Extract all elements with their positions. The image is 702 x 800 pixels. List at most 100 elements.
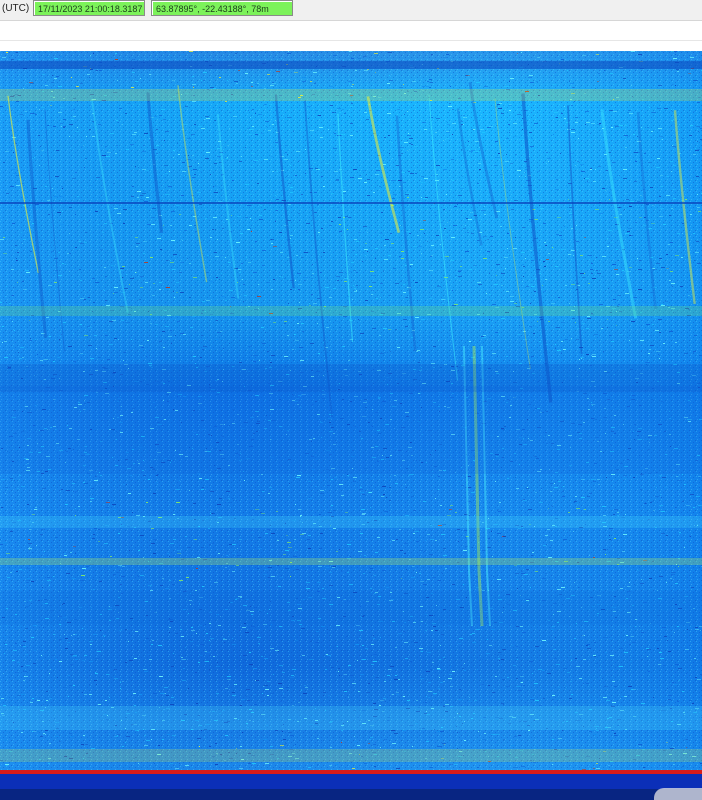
spectrogram-pixel xyxy=(122,746,124,747)
spectrogram-pixel xyxy=(89,684,90,685)
spectrogram-pixel xyxy=(604,361,606,362)
spectrogram-pixel xyxy=(548,253,550,254)
spectrogram-pixel xyxy=(589,493,592,494)
spectrogram-pixel xyxy=(455,277,456,278)
spectrogram-pixel xyxy=(254,694,256,695)
spectrogram-pixel xyxy=(198,198,201,199)
spectrogram-pixel xyxy=(537,171,540,172)
spectrogram-pixel xyxy=(433,346,436,347)
spectrogram-pixel xyxy=(181,195,184,196)
spectrogram-pixel xyxy=(624,696,627,697)
spectrogram-pixel xyxy=(87,74,90,75)
spectrogram-pixel xyxy=(320,493,324,494)
spectrogram-pixel xyxy=(138,167,139,168)
spectrogram-pixel xyxy=(49,336,51,337)
spectrogram-pixel xyxy=(392,694,394,695)
spectrogram-waterfall[interactable] xyxy=(0,51,702,800)
spectrogram-pixel xyxy=(22,281,24,282)
spectrogram-pixel xyxy=(403,292,406,293)
spectrogram-pixel xyxy=(616,274,619,275)
spectrogram-pixel xyxy=(623,178,627,179)
spectrogram-pixel xyxy=(596,768,600,769)
spectrogram-pixel xyxy=(695,629,699,630)
spectrogram-pixel xyxy=(615,126,619,127)
spectrogram-pixel xyxy=(562,491,564,492)
spectrogram-pixel xyxy=(535,700,539,701)
spectrogram-pixel xyxy=(201,730,202,731)
spectrogram-pixel xyxy=(586,328,589,329)
spectrogram-pixel xyxy=(396,165,399,166)
spectrogram-pixel xyxy=(436,174,438,175)
spectrogram-pixel xyxy=(695,148,696,149)
spectrogram-pixel xyxy=(495,481,496,482)
spectrogram-pixel xyxy=(177,235,180,236)
spectrogram-pixel xyxy=(159,676,163,677)
spectrogram-pixel xyxy=(117,735,118,736)
spectrogram-pixel xyxy=(171,697,174,698)
spectrogram-pixel xyxy=(452,180,454,181)
spectrogram-pixel xyxy=(392,158,393,159)
spectrogram-pixel xyxy=(301,53,302,54)
position-field[interactable]: 63.87895°, -22.43188°, 78m xyxy=(151,0,293,16)
spectrogram-pixel xyxy=(189,263,191,264)
spectrogram-pixel xyxy=(106,156,110,157)
spectrogram-pixel xyxy=(682,292,684,293)
spectrogram-pixel xyxy=(334,477,337,478)
spectrogram-pixel xyxy=(637,201,640,202)
spectrogram-pixel xyxy=(15,672,19,673)
spectrogram-pixel xyxy=(59,339,60,340)
spectrogram-pixel xyxy=(650,502,652,503)
spectrogram-canvas[interactable] xyxy=(0,51,702,800)
spectrogram-pixel xyxy=(522,264,524,265)
spectrogram-pixel xyxy=(285,550,289,551)
spectrogram-pixel xyxy=(358,125,362,126)
spectrogram-pixel xyxy=(634,230,638,231)
spectrogram-pixel xyxy=(587,316,590,317)
spectrogram-pixel xyxy=(367,478,369,479)
spectrogram-pixel xyxy=(131,87,134,88)
spectrogram-pixel xyxy=(18,695,21,696)
spectrogram-pixel xyxy=(347,229,348,230)
spectrogram-pixel xyxy=(223,222,225,223)
spectrogram-pixel xyxy=(49,585,50,586)
spectrogram-pixel xyxy=(650,588,654,589)
spectrogram-pixel xyxy=(313,475,314,476)
spectrogram-pixel xyxy=(288,732,291,733)
spectrogram-pixel xyxy=(512,187,515,188)
spectrogram-pixel xyxy=(666,195,670,196)
spectrogram-pixel xyxy=(39,109,40,110)
spectrogram-pixel xyxy=(431,630,433,631)
spectrogram-pixel xyxy=(693,351,696,352)
spectrogram-pixel xyxy=(515,573,519,574)
spectrogram-pixel xyxy=(478,284,482,285)
spectrogram-pixel xyxy=(175,633,178,634)
spectrogram-pixel xyxy=(72,483,75,484)
spectrogram-pixel xyxy=(304,685,306,686)
spectrogram-pixel xyxy=(199,204,202,205)
spectrogram-pixel xyxy=(632,642,636,643)
spectrogram-pixel xyxy=(529,661,533,662)
spectrogram-pixel xyxy=(229,343,230,344)
spectrogram-pixel xyxy=(166,695,169,696)
spectrogram-pixel xyxy=(219,269,220,270)
spectrogram-pixel xyxy=(296,255,298,256)
spectrogram-pixel xyxy=(420,550,423,551)
spectrogram-pixel xyxy=(452,109,454,110)
spectrogram-pixel xyxy=(457,529,460,530)
datetime-field[interactable]: 17/11/2023 21:00:18.3187 xyxy=(33,0,145,16)
spectrogram-pixel xyxy=(448,106,452,107)
spectrogram-pixel xyxy=(334,133,336,134)
spectrogram-pixel xyxy=(383,698,386,699)
spectrogram-pixel xyxy=(219,77,221,78)
spectrogram-pixel xyxy=(379,335,381,336)
spectrogram-pixel xyxy=(696,126,700,127)
spectrogram-pixel xyxy=(535,492,537,493)
spectrogram-pixel xyxy=(232,638,233,639)
spectrogram-pixel xyxy=(476,82,480,83)
spectrogram-pixel xyxy=(173,157,174,158)
spectrogram-pixel xyxy=(650,485,651,486)
spectrogram-pixel xyxy=(448,112,449,113)
spectrogram-pixel xyxy=(469,227,470,228)
spectrogram-pixel xyxy=(140,199,143,200)
spectrogram-pixel xyxy=(227,157,228,158)
